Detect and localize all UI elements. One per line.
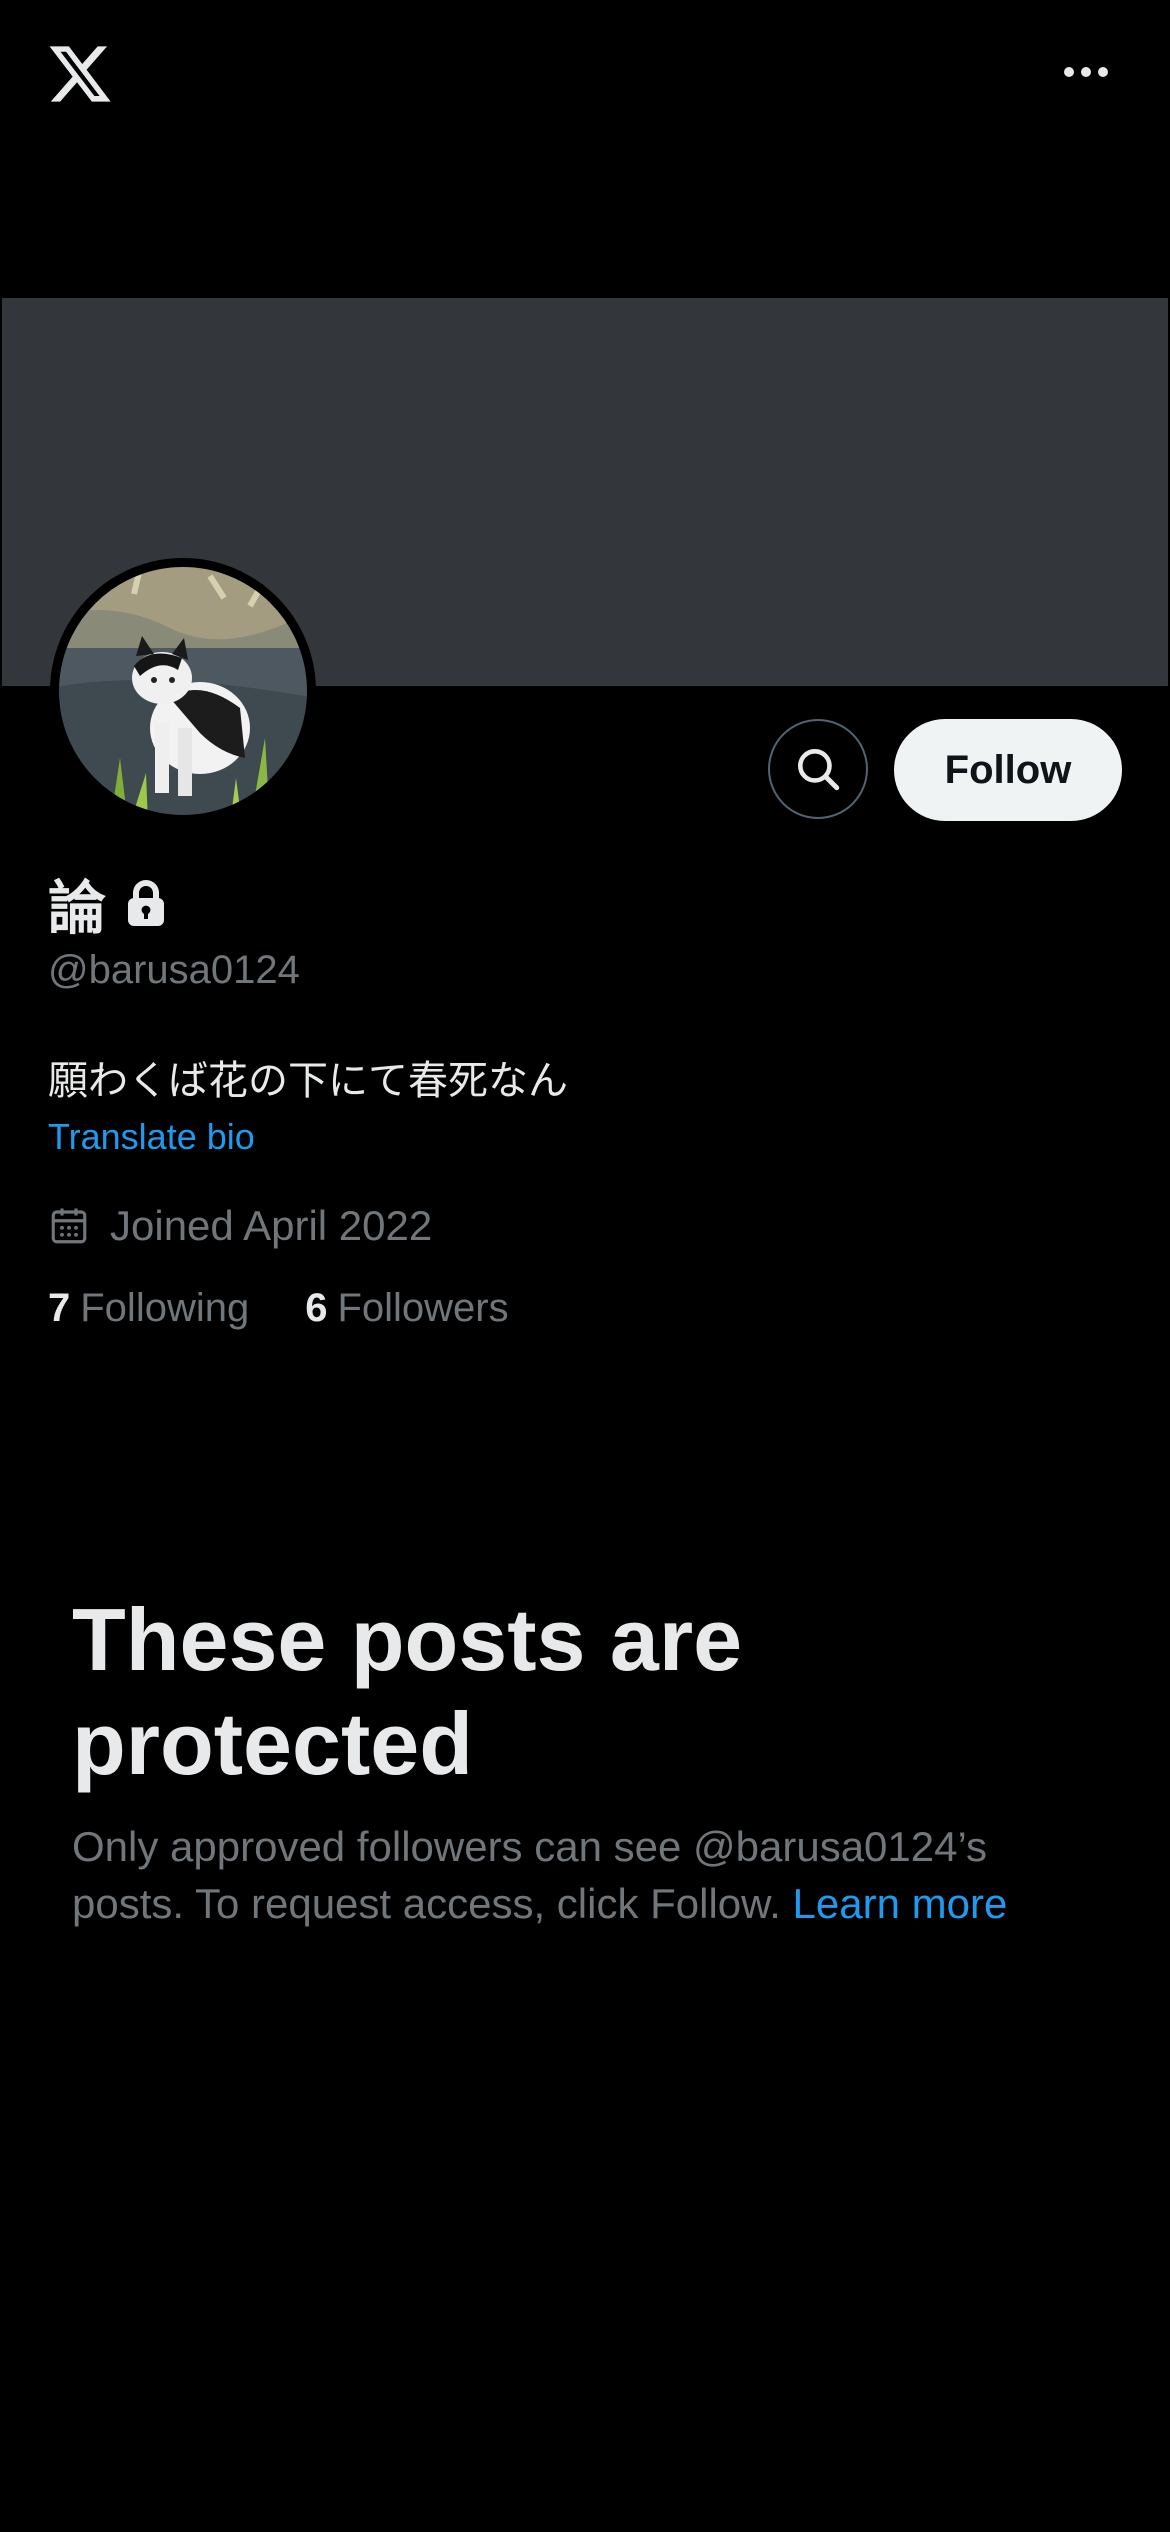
search-button[interactable] bbox=[768, 719, 868, 819]
follow-stats: 7 Following 6 Followers bbox=[48, 1286, 509, 1331]
calendar-icon bbox=[51, 1208, 87, 1244]
display-name-row: 論 bbox=[48, 868, 168, 942]
protected-title: These posts are protected bbox=[72, 1590, 743, 1793]
lock-icon bbox=[128, 880, 165, 926]
following-count: 7 bbox=[48, 1286, 71, 1330]
followers-label: Followers bbox=[337, 1286, 509, 1330]
followers-count: 6 bbox=[305, 1286, 328, 1330]
display-name: 論 bbox=[48, 874, 107, 942]
translate-bio-link[interactable]: Translate bio bbox=[48, 1116, 255, 1158]
learn-more-link[interactable]: Learn more bbox=[793, 1880, 1008, 1927]
x-logo-icon[interactable] bbox=[46, 40, 114, 108]
followers-link[interactable]: 6 Followers bbox=[305, 1286, 508, 1331]
avatar[interactable] bbox=[50, 558, 316, 824]
protected-description: Only approved followers can see @barusa0… bbox=[72, 1818, 1072, 1932]
username-handle: @barusa0124 bbox=[48, 948, 300, 992]
more-horizontal-icon bbox=[1064, 67, 1074, 77]
following-label: Following bbox=[80, 1286, 250, 1330]
following-link[interactable]: 7 Following bbox=[48, 1286, 249, 1331]
search-icon bbox=[798, 749, 840, 791]
joined-text: Joined April 2022 bbox=[110, 1202, 433, 1249]
bio-text: 願わくば花の下にて春死なん bbox=[48, 1058, 568, 1104]
follow-button[interactable]: Follow bbox=[894, 719, 1122, 821]
more-options-button[interactable] bbox=[1055, 52, 1117, 92]
joined-date: Joined April 2022 bbox=[48, 1196, 432, 1256]
